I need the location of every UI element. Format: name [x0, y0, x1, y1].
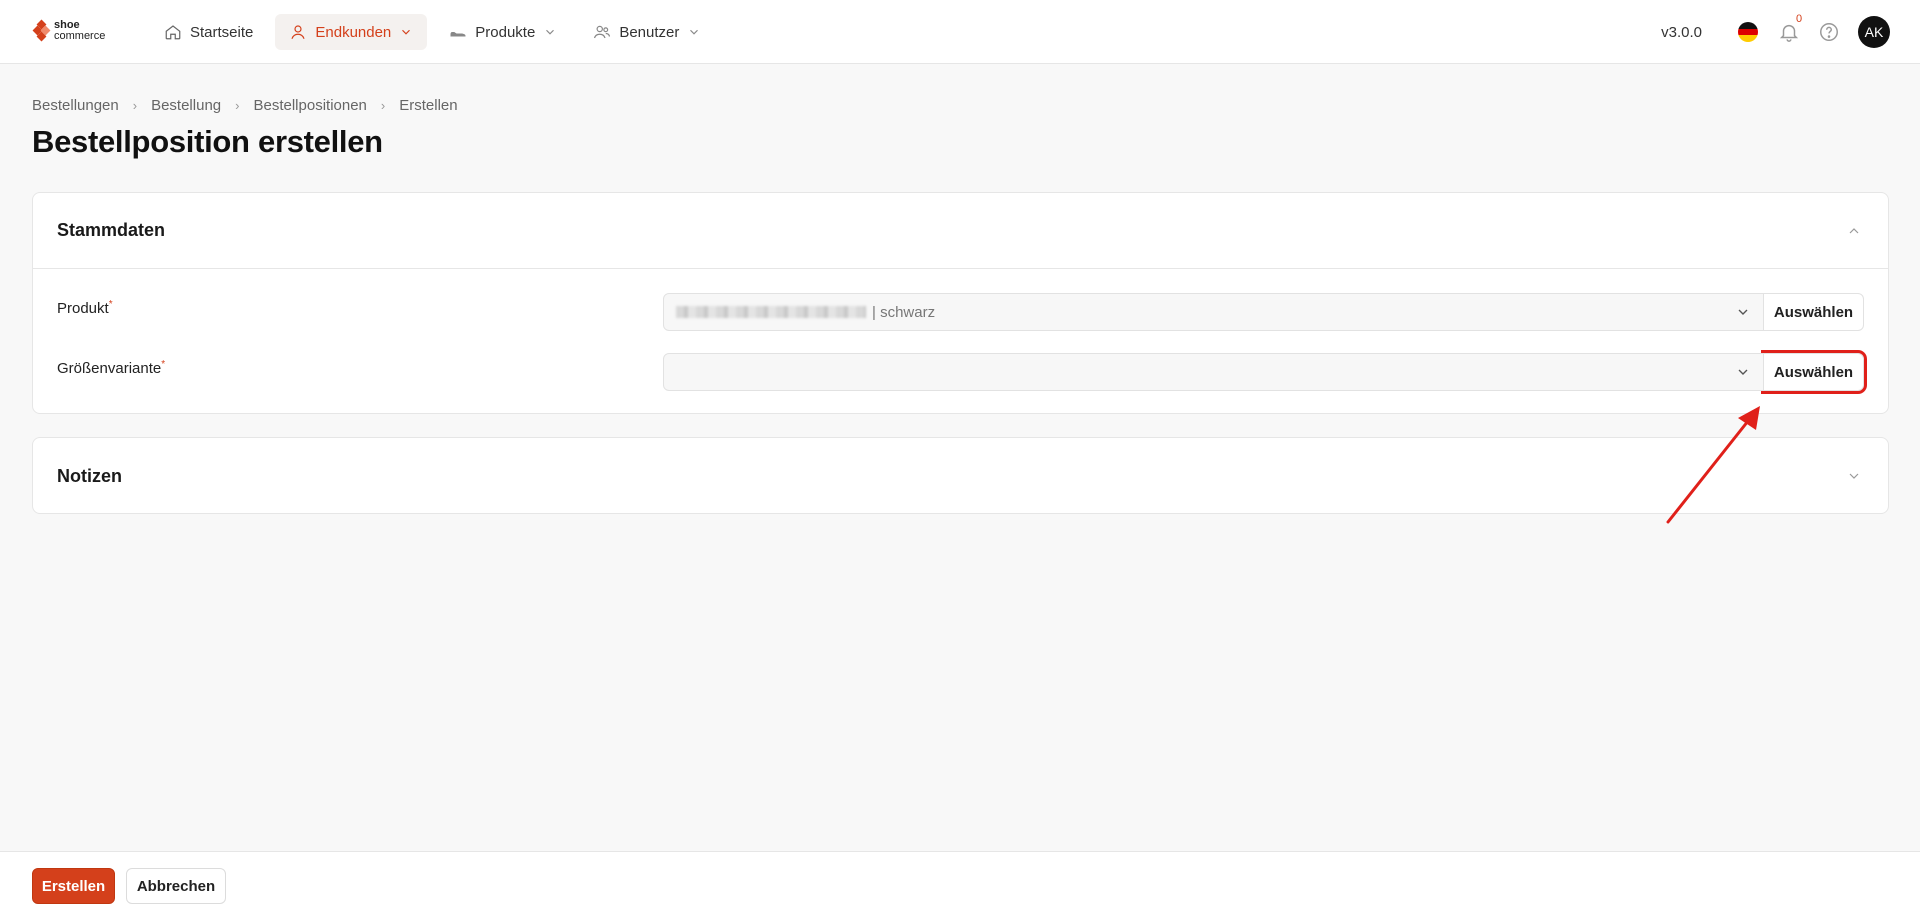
produkt-row: Produkt* | schwarz Auswählen	[57, 293, 1864, 331]
breadcrumb-item-erstellen: Erstellen	[399, 97, 458, 114]
notizen-header[interactable]: Notizen	[33, 438, 1888, 514]
chevron-down-icon	[402, 29, 411, 35]
notifications-button[interactable]: 0	[1778, 13, 1802, 43]
nav-item-endkunden[interactable]: Endkunden	[275, 14, 428, 50]
produkt-select-group: | schwarz Auswählen	[663, 293, 1864, 331]
home-icon	[165, 25, 181, 40]
nav-item-label: Benutzer	[619, 23, 680, 41]
chevron-down-icon	[1738, 369, 1748, 375]
chevron-right-icon: ›	[235, 98, 240, 113]
nav-item-benutzer[interactable]: Benutzer	[579, 14, 715, 50]
page-title: Bestellposition erstellen	[32, 124, 383, 159]
notification-count-badge: 0	[1796, 13, 1803, 25]
users-icon	[594, 25, 611, 39]
shoe-icon	[450, 32, 466, 37]
nav-item-label: Endkunden	[315, 23, 392, 41]
user-icon	[291, 25, 305, 39]
nav-right: v3.0.0 0 AK	[1661, 13, 1890, 48]
nav-item-produkte[interactable]: Produkte	[435, 14, 571, 50]
redacted-product-name	[676, 306, 866, 318]
logo-text: shoe commerce	[54, 19, 106, 42]
nav-item-startseite[interactable]: Startseite	[150, 14, 267, 50]
version-label: v3.0.0	[1661, 23, 1702, 41]
annotation-arrow-icon	[1666, 406, 1760, 524]
groessenvariante-select[interactable]	[663, 353, 1764, 391]
section-title: Notizen	[57, 465, 122, 486]
notizen-section: Notizen	[32, 437, 1889, 514]
avatar[interactable]: AK	[1858, 16, 1890, 48]
help-button[interactable]	[1818, 21, 1840, 43]
chevron-right-icon: ›	[132, 98, 138, 113]
stammdaten-section: Stammdaten Produkt* | schwarz Auswählen …	[32, 192, 1889, 414]
groessenvariante-select-group: Auswählen	[663, 350, 1867, 394]
groessenvariante-auswaehlen-button[interactable]: Auswählen	[1761, 350, 1867, 394]
footer-actions: Erstellen Abbrechen	[0, 851, 1920, 919]
stammdaten-header[interactable]: Stammdaten	[33, 193, 1888, 269]
main-nav: Startseite Endkunden Produkte Benutzer	[150, 14, 715, 50]
breadcrumb: Bestellungen › Bestellung › Bestellposit…	[32, 97, 458, 114]
chevron-up-icon	[1849, 228, 1859, 234]
produkt-select[interactable]: | schwarz	[663, 293, 1764, 331]
chevron-right-icon: ›	[380, 98, 386, 113]
chevron-down-icon	[690, 29, 699, 35]
logo-mark-icon	[32, 19, 51, 42]
shoe-commerce-logo[interactable]: shoe commerce	[32, 19, 106, 42]
produkt-label: Produkt*	[57, 299, 113, 317]
breadcrumb-item-bestellung[interactable]: Bestellung	[151, 97, 221, 114]
chevron-down-icon	[1738, 309, 1748, 315]
produkt-value: | schwarz	[872, 303, 936, 321]
groessenvariante-label: Größenvariante*	[57, 359, 166, 377]
chevron-down-icon	[1849, 473, 1859, 479]
abbrechen-button[interactable]: Abbrechen	[126, 868, 226, 904]
section-title: Stammdaten	[57, 220, 166, 240]
help-icon	[1820, 23, 1838, 41]
groessenvariante-row: Größenvariante* Auswählen	[57, 350, 1867, 394]
erstellen-button[interactable]: Erstellen	[32, 868, 115, 904]
breadcrumb-item-bestellungen[interactable]: Bestellungen	[32, 97, 119, 114]
nav-item-label: Produkte	[475, 23, 536, 41]
chevron-down-icon	[546, 29, 555, 35]
produkt-auswaehlen-button[interactable]: Auswählen	[1764, 293, 1864, 331]
nav-item-label: Startseite	[190, 23, 254, 41]
breadcrumb-item-bestellpositionen[interactable]: Bestellpositionen	[253, 97, 366, 114]
german-flag-icon[interactable]	[1738, 22, 1758, 42]
top-navigation: shoe commerce Startseite Endkunden Produk…	[0, 0, 1920, 64]
